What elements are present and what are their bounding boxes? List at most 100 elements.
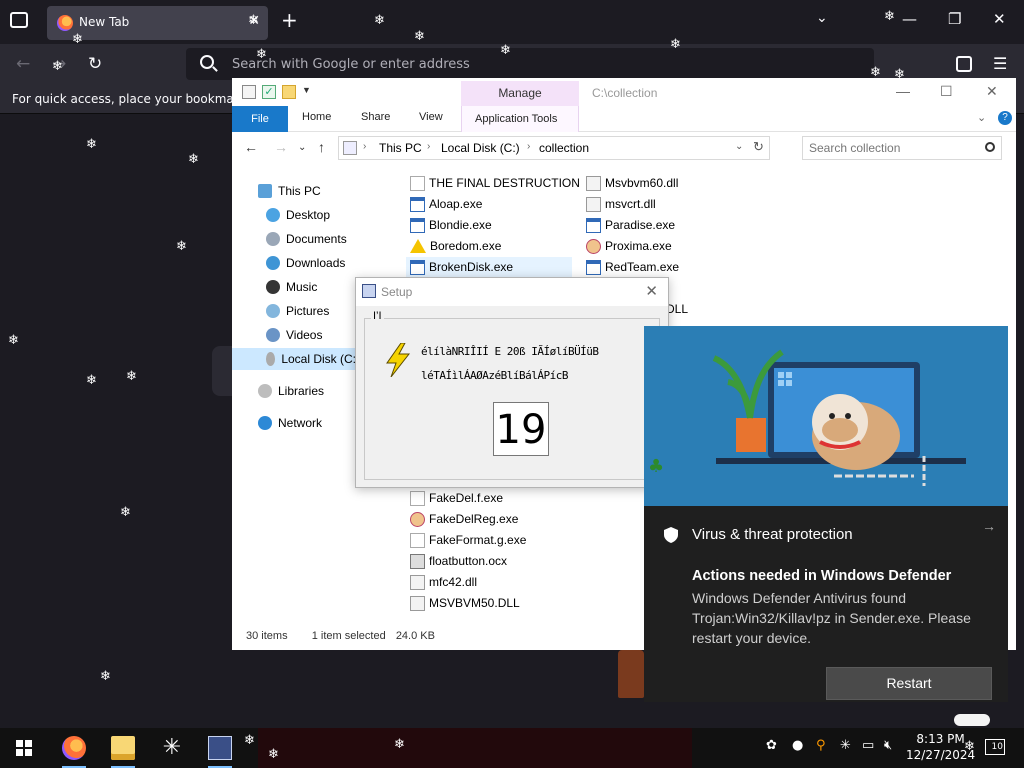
breadcrumb-separator-icon[interactable]: › <box>527 141 530 152</box>
list-item[interactable]: msvcrt.dll <box>586 194 656 214</box>
nav-label: Downloads <box>286 256 346 270</box>
breadcrumb-local-disk[interactable]: Local Disk (C:) <box>441 141 520 155</box>
nav-pictures[interactable]: Pictures <box>266 300 329 322</box>
list-item-selected[interactable]: BrokenDisk.exe <box>406 257 572 277</box>
firefox-taskbar-icon[interactable] <box>62 736 86 760</box>
list-item[interactable]: THE FINAL DESTRUCTION <box>410 173 580 193</box>
list-item[interactable]: Blondie.exe <box>410 215 492 235</box>
status-item-count: 30 items <box>246 630 288 642</box>
url-input[interactable] <box>232 55 832 73</box>
list-item[interactable]: MSVBVM50.DLL <box>410 593 520 613</box>
snowflake-icon: ❄ <box>248 13 259 28</box>
checkmark-icon[interactable]: ✓ <box>262 85 276 99</box>
snowflake-icon: ❄ <box>268 747 279 762</box>
restart-button[interactable]: Restart <box>826 667 992 700</box>
new-tab-button[interactable]: + <box>281 8 298 32</box>
list-item[interactable]: Boredom.exe <box>410 236 501 256</box>
nav-desktop[interactable]: Desktop <box>266 204 330 226</box>
properties-icon[interactable] <box>242 85 256 99</box>
nav-videos[interactable]: Videos <box>266 324 322 346</box>
toast-open-arrow-icon[interactable]: → <box>982 518 996 534</box>
explorer-forward-button[interactable]: → <box>274 139 288 155</box>
explorer-maximize-button[interactable]: ☐ <box>940 83 953 100</box>
notification-center-icon[interactable]: 10 <box>985 739 1005 755</box>
network-icon <box>258 416 272 430</box>
list-all-tabs-icon[interactable] <box>10 12 28 28</box>
help-icon[interactable]: ? <box>998 111 1012 125</box>
tab-application-tools[interactable]: Application Tools <box>475 113 557 125</box>
list-item[interactable]: Proxima.exe <box>586 236 672 256</box>
file-name: Msvbvm60.dll <box>605 176 679 190</box>
list-item[interactable]: floatbutton.ocx <box>410 551 507 571</box>
list-item[interactable]: mfc42.dll <box>410 572 477 592</box>
breadcrumb-separator-icon[interactable]: › <box>363 141 366 152</box>
list-item[interactable]: FakeFormat.g.exe <box>410 530 526 550</box>
new-folder-icon[interactable] <box>282 85 296 99</box>
ribbon-tabs: File Home Share View Application Tools ⌄… <box>232 106 1016 132</box>
search-input[interactable] <box>809 140 977 156</box>
tab-view[interactable]: View <box>419 111 443 123</box>
setup-taskbar-icon[interactable] <box>208 736 232 760</box>
file-icon <box>410 532 425 548</box>
list-item[interactable]: FakeDel.f.exe <box>410 488 503 508</box>
address-dropdown-icon[interactable]: ⌄ <box>735 141 743 152</box>
taskbar-wallpaper-strip <box>258 728 692 768</box>
breadcrumb-this-pc[interactable]: This PC <box>379 141 422 155</box>
tab-manage[interactable]: Manage <box>461 81 579 106</box>
volume-muted-icon[interactable]: 🔇︎ <box>884 738 892 753</box>
sparkle-taskbar-icon[interactable]: ✳ <box>160 736 184 760</box>
recent-locations-chevron-icon[interactable]: ⌄ <box>298 142 306 153</box>
network-tray-icon[interactable]: ▭ <box>862 738 874 753</box>
snowflake-icon: ❄ <box>414 29 425 44</box>
explorer-minimize-button[interactable]: — <box>896 83 910 99</box>
extensions-icon[interactable] <box>956 56 972 72</box>
tab-home[interactable]: Home <box>302 111 331 123</box>
expand-ribbon-chevron-icon[interactable]: ⌄ <box>977 111 986 124</box>
tray-sparkle-icon[interactable]: ✳ <box>840 738 851 753</box>
list-item[interactable]: Msvbvm60.dll <box>586 173 678 193</box>
minimize-button[interactable]: — <box>902 10 917 28</box>
tab-share[interactable]: Share <box>361 111 390 123</box>
file-explorer-taskbar-icon[interactable] <box>111 736 135 760</box>
start-button[interactable] <box>16 740 32 756</box>
dll-icon <box>410 595 425 611</box>
list-item[interactable]: Paradise.exe <box>586 215 675 235</box>
setup-close-button[interactable]: ✕ <box>645 282 658 300</box>
breadcrumb-separator-icon[interactable]: › <box>427 141 430 152</box>
nav-this-pc[interactable]: This PC <box>258 180 321 202</box>
url-bar[interactable] <box>186 48 874 80</box>
nav-documents[interactable]: Documents <box>266 228 347 250</box>
tray-app-icon[interactable]: ✿ <box>766 738 777 753</box>
nav-music[interactable]: Music <box>266 276 317 298</box>
nav-local-disk[interactable]: Local Disk (C: <box>232 348 356 370</box>
setup-group-box: I’I élílàNRIÎIÍ E 20ß IÃÍølíBÜÍüB léTAÍì… <box>364 310 660 480</box>
hamburger-menu-icon[interactable]: ☰ <box>993 54 1007 73</box>
nav-libraries[interactable]: Libraries <box>258 380 324 402</box>
tab-file[interactable]: File <box>232 106 288 132</box>
tray-drop-icon[interactable]: ● <box>792 738 803 753</box>
explorer-close-button[interactable]: ✕ <box>986 83 998 100</box>
tray-search-icon[interactable]: ⚲ <box>816 738 826 753</box>
search-box[interactable] <box>802 136 1002 160</box>
pictures-icon <box>266 304 280 318</box>
reload-button[interactable]: ↻ <box>88 54 102 74</box>
list-item[interactable]: Aloap.exe <box>410 194 482 214</box>
customize-chevron-icon[interactable]: ▼ <box>302 85 316 99</box>
list-item[interactable]: RedTeam.exe <box>586 257 679 277</box>
defender-notification[interactable]: Virus & threat protection → Actions need… <box>644 326 1008 702</box>
refresh-icon[interactable]: ↻ <box>753 139 764 155</box>
explorer-back-button[interactable]: ← <box>244 139 258 155</box>
restore-button[interactable]: ❐ <box>948 10 961 28</box>
tab-overflow-chevron-icon[interactable]: ⌄ <box>816 10 828 26</box>
list-item[interactable]: FakeDelReg.exe <box>410 509 518 529</box>
videos-icon <box>266 328 280 342</box>
address-bar[interactable]: › This PC › Local Disk (C:) › collection… <box>338 136 770 160</box>
list-item-partial[interactable]: DLL <box>666 299 688 319</box>
close-window-button[interactable]: ✕ <box>993 10 1006 28</box>
nav-label: Documents <box>286 232 347 246</box>
up-button[interactable]: ↑ <box>318 139 325 155</box>
nav-downloads[interactable]: Downloads <box>266 252 345 274</box>
nav-network[interactable]: Network <box>258 412 322 434</box>
back-button[interactable]: ← <box>16 54 30 74</box>
breadcrumb-collection[interactable]: collection <box>539 141 589 155</box>
